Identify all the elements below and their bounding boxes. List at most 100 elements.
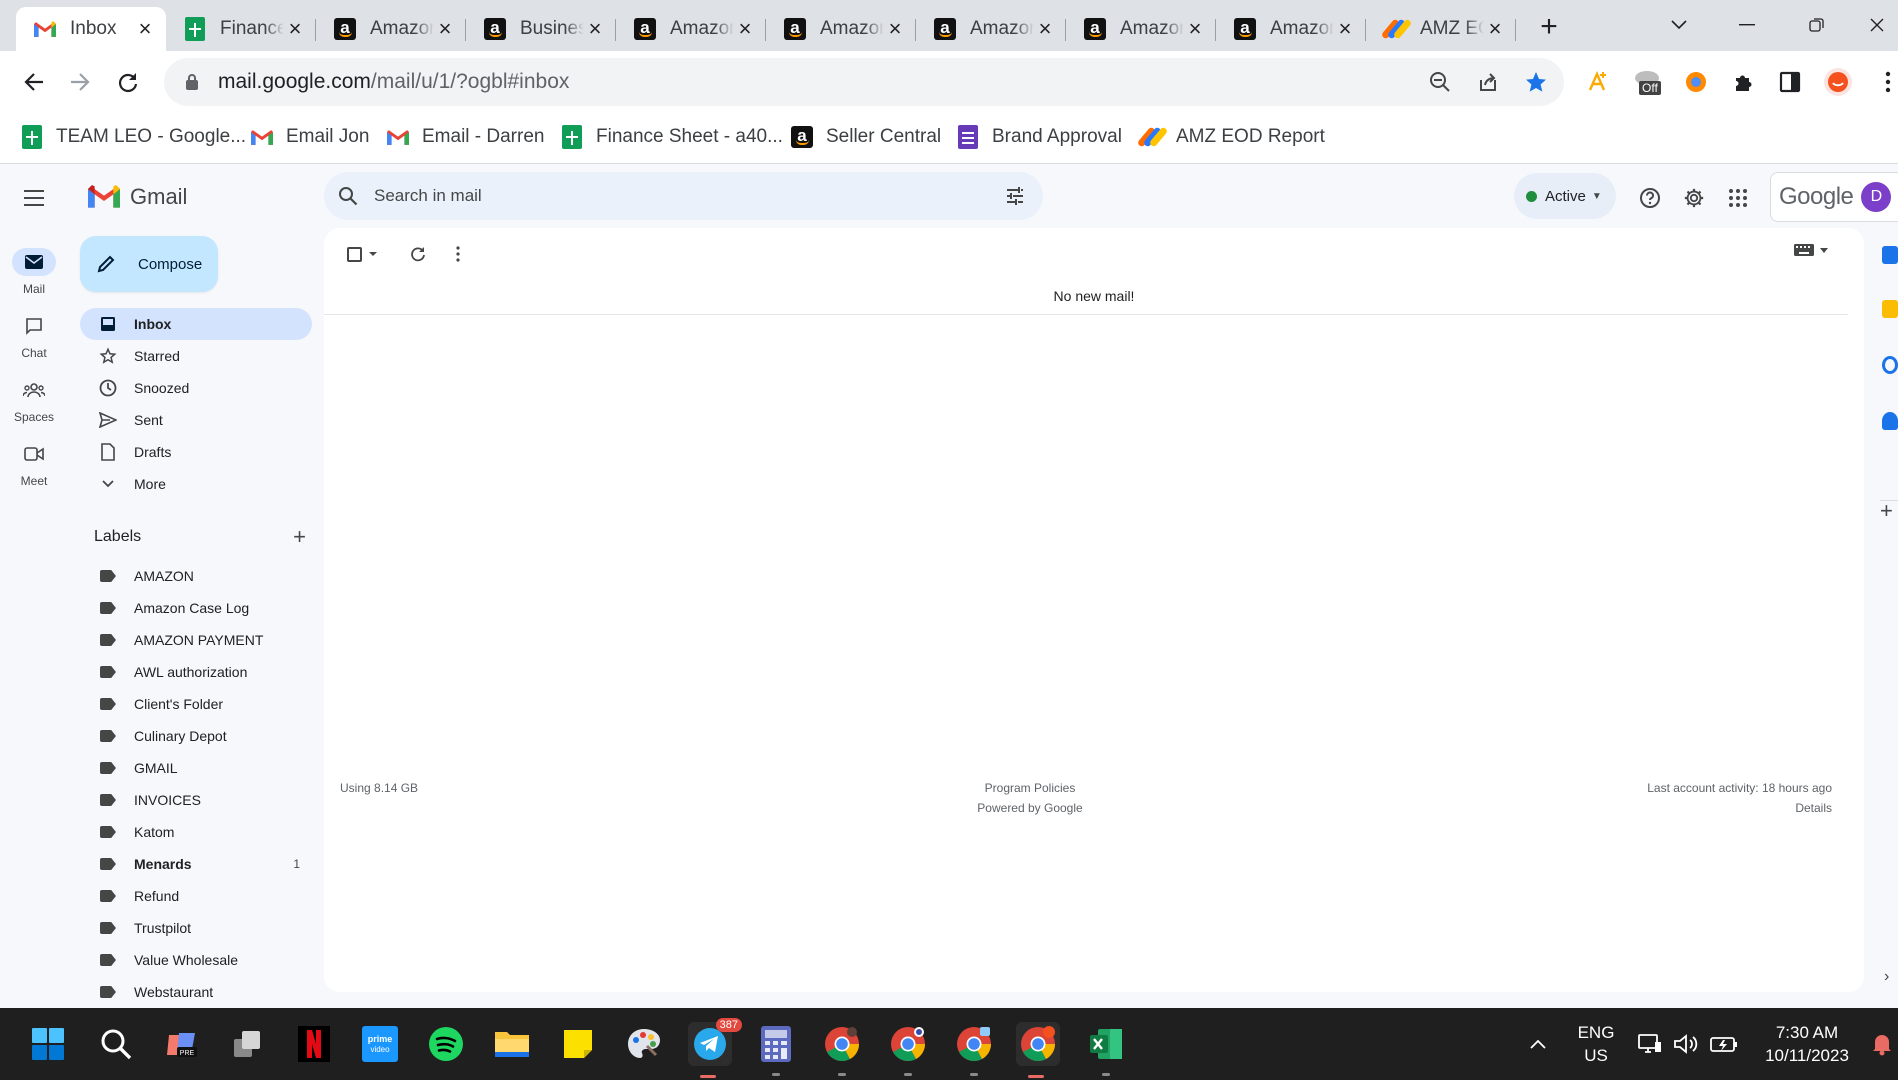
google-account-button[interactable]: Google D — [1770, 172, 1898, 222]
program-policies-link[interactable]: Program Policies — [324, 778, 1736, 798]
gmail-logo[interactable]: Gmail — [88, 182, 187, 212]
lock-icon[interactable] — [180, 70, 204, 94]
bookmark-email-darren[interactable]: Email - Darren — [386, 122, 544, 152]
label-item[interactable]: Amazon Case Log — [80, 592, 312, 624]
sticky-notes-icon[interactable] — [558, 1024, 598, 1064]
bookmark-star-icon[interactable] — [1516, 62, 1556, 102]
close-icon[interactable]: × — [1184, 16, 1206, 41]
telegram-icon[interactable]: 387 — [688, 1018, 742, 1078]
close-icon[interactable]: × — [1484, 16, 1506, 41]
file-explorer-icon[interactable] — [492, 1024, 532, 1064]
chrome-icon[interactable] — [1016, 1022, 1060, 1078]
tab-amazon[interactable]: a Amazon × — [916, 7, 1066, 51]
input-tools-button[interactable] — [1794, 244, 1828, 256]
label-item[interactable]: Culinary Depot — [80, 720, 312, 752]
chrome-icon[interactable] — [888, 1024, 928, 1076]
task-view-icon[interactable] — [228, 1024, 268, 1064]
copilot-icon[interactable]: PRE — [162, 1024, 202, 1064]
tab-business[interactable]: a Business × — [466, 7, 616, 51]
restore-icon[interactable] — [1802, 10, 1832, 40]
google-apps-icon[interactable] — [1720, 180, 1756, 216]
spotify-icon[interactable] — [426, 1024, 466, 1064]
tab-amz-eod[interactable]: AMZ EOD × — [1366, 7, 1516, 51]
close-icon[interactable]: × — [584, 16, 606, 41]
nav-starred[interactable]: Starred — [80, 340, 312, 372]
label-item[interactable]: GMAIL — [80, 752, 312, 784]
close-icon[interactable]: × — [284, 16, 306, 41]
profile-avatar[interactable] — [1820, 64, 1856, 100]
url-text[interactable]: mail.google.com/mail/u/1/?ogbl#inbox — [218, 70, 1420, 94]
tab-amazon[interactable]: a Amazon × — [316, 7, 466, 51]
rail-meet[interactable]: Meet — [0, 440, 68, 488]
tray-overflow-chevron-icon[interactable] — [1518, 1024, 1558, 1064]
scout-extension-icon[interactable] — [1580, 64, 1616, 100]
nav-more[interactable]: More — [80, 468, 312, 500]
excel-icon[interactable] — [1086, 1024, 1126, 1076]
label-item[interactable]: Trustpilot — [80, 912, 312, 944]
label-item[interactable]: Webstaurant — [80, 976, 312, 1008]
close-icon[interactable]: × — [1334, 16, 1356, 41]
bookmark-amz-eod-report[interactable]: AMZ EOD Report — [1136, 122, 1325, 152]
notifications-bell-icon[interactable] — [1862, 1024, 1898, 1064]
label-item[interactable]: AMAZON PAYMENT — [80, 624, 312, 656]
close-window-icon[interactable] — [1862, 10, 1892, 40]
status-selector[interactable]: Active ▼ — [1514, 173, 1616, 219]
label-item[interactable]: AWL authorization — [80, 656, 312, 688]
orange-extension-icon[interactable] — [1678, 64, 1714, 100]
back-button[interactable] — [16, 64, 52, 100]
zoom-icon[interactable] — [1420, 62, 1460, 102]
close-icon[interactable]: × — [434, 16, 456, 41]
more-vert-icon[interactable] — [440, 246, 476, 262]
share-icon[interactable] — [1468, 62, 1508, 102]
close-icon[interactable]: × — [134, 16, 156, 41]
label-item[interactable]: Menards 1 — [80, 848, 312, 880]
paint-icon[interactable] — [624, 1024, 664, 1064]
tab-amazon[interactable]: a Amazon × — [1216, 7, 1366, 51]
tab-inbox[interactable]: Inbox × — [16, 7, 166, 51]
label-item[interactable]: Refund — [80, 880, 312, 912]
search-options-icon[interactable] — [995, 176, 1035, 216]
tab-search-chevron-icon[interactable] — [1664, 10, 1694, 40]
bookmark-brand-approval[interactable]: Brand Approval — [956, 122, 1122, 152]
tab-amazon[interactable]: a Amazon × — [1066, 7, 1216, 51]
nav-sent[interactable]: Sent — [80, 404, 312, 436]
refresh-icon[interactable] — [400, 246, 436, 262]
nav-snoozed[interactable]: Snoozed — [80, 372, 312, 404]
rail-spaces[interactable]: Spaces — [0, 376, 68, 424]
battery-icon[interactable] — [1704, 1024, 1744, 1064]
windows-start-icon[interactable] — [28, 1024, 68, 1064]
extension-off-icon[interactable]: Off — [1630, 64, 1666, 100]
tab-amazon[interactable]: a Amazon × — [616, 7, 766, 51]
chevron-right-icon[interactable]: › — [1884, 968, 1889, 986]
close-icon[interactable]: × — [734, 16, 756, 41]
volume-icon[interactable] — [1666, 1024, 1706, 1064]
chrome-icon[interactable] — [954, 1024, 994, 1076]
tab-amazon[interactable]: a Amazon × — [766, 7, 916, 51]
rail-mail[interactable]: Mail — [0, 248, 68, 296]
label-item[interactable]: Katom — [80, 816, 312, 848]
new-tab-button[interactable]: + — [1534, 12, 1564, 42]
select-checkbox[interactable] — [340, 246, 384, 262]
clock[interactable]: 7:30 AM 10/11/2023 — [1754, 1021, 1860, 1067]
reload-button[interactable] — [110, 64, 146, 100]
search-bar[interactable] — [324, 172, 1043, 220]
tab-finance[interactable]: Finance × — [166, 7, 316, 51]
close-icon[interactable]: × — [1034, 16, 1056, 41]
contacts-icon[interactable] — [1882, 412, 1898, 430]
keep-icon[interactable] — [1882, 300, 1898, 318]
nav-drafts[interactable]: Drafts — [80, 436, 312, 468]
calculator-icon[interactable] — [756, 1024, 796, 1076]
puzzle-extensions-icon[interactable] — [1726, 64, 1762, 100]
netflix-icon[interactable] — [294, 1024, 334, 1064]
prime-video-icon[interactable]: prime video — [360, 1024, 400, 1064]
get-addons-icon[interactable]: + — [1880, 498, 1893, 524]
compose-button[interactable]: Compose — [80, 236, 218, 292]
bookmark-team-leo[interactable]: TEAM LEO - Google... — [20, 122, 246, 152]
add-label-icon[interactable]: + — [293, 524, 306, 550]
rail-chat[interactable]: Chat — [0, 312, 68, 360]
close-icon[interactable]: × — [884, 16, 906, 41]
settings-gear-icon[interactable] — [1676, 180, 1712, 216]
bookmark-email-jon[interactable]: Email Jon — [250, 122, 369, 152]
label-item[interactable]: AMAZON — [80, 560, 312, 592]
search-input[interactable] — [374, 186, 995, 206]
